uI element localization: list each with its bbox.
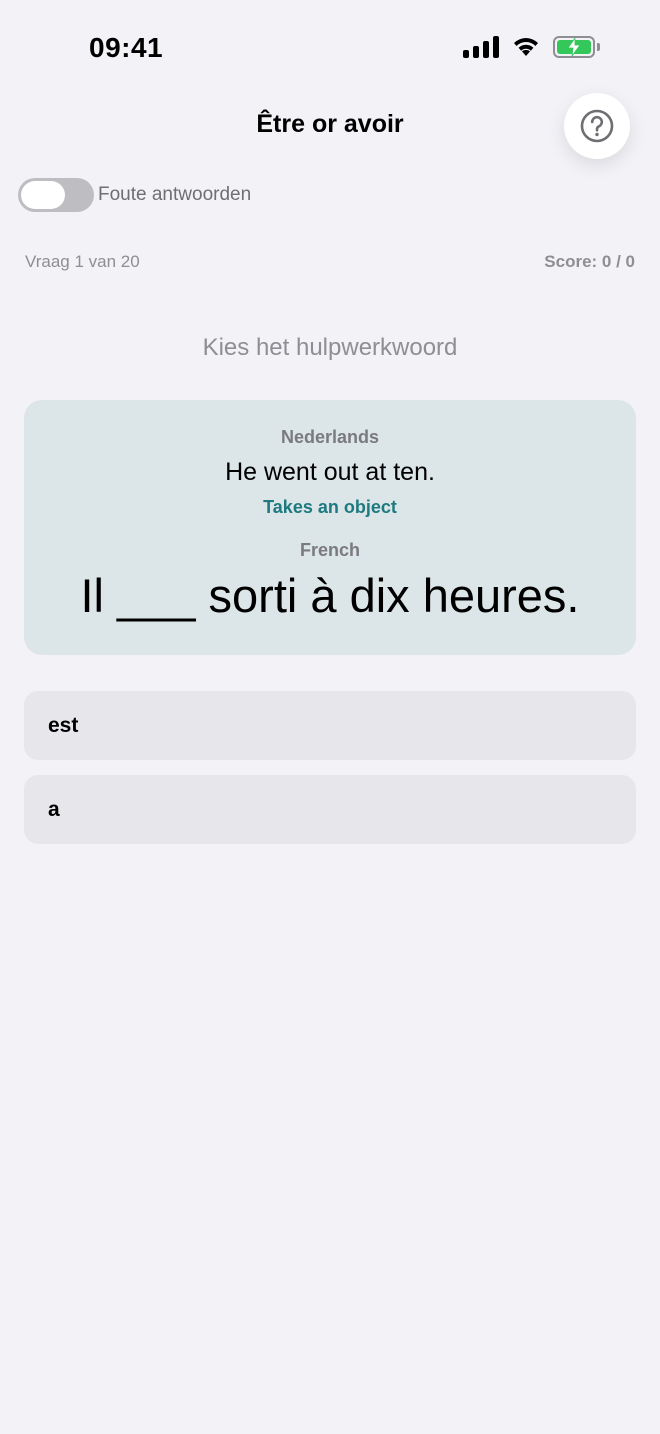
status-time: 09:41 — [89, 32, 164, 63]
question-card: Nederlands He went out at ten. Takes an … — [24, 400, 636, 655]
question-counter: Vraag 1 van 20 — [25, 252, 140, 271]
wrong-answers-toggle[interactable] — [18, 178, 94, 212]
answer-option-a[interactable]: a — [24, 775, 636, 844]
source-sentence: He went out at ten. — [225, 458, 435, 486]
question-circle-icon — [580, 109, 614, 143]
wrong-answers-toggle-row[interactable]: Foute antwoorden — [18, 178, 251, 212]
hint-text: Takes an object — [263, 497, 397, 517]
screen: 09:41 Être or avoir Foute antwoorden Vra… — [0, 0, 660, 1434]
answer-option-label: est — [48, 713, 79, 737]
wifi-icon — [514, 38, 538, 56]
answer-option-label: a — [48, 797, 60, 821]
battery-charging-icon — [553, 36, 600, 58]
status-bar: 09:41 — [0, 0, 660, 96]
target-language-label: French — [299, 540, 360, 560]
answer-option-est[interactable]: est — [24, 691, 636, 760]
help-button[interactable] — [564, 93, 630, 159]
signal-icon — [463, 36, 499, 58]
target-sentence: Il ___ sorti à dix heures. — [80, 569, 580, 622]
score-label: Score: 0 / 0 — [544, 252, 635, 271]
source-language-label: Nederlands — [280, 427, 380, 447]
toggle-label: Foute antwoorden — [98, 184, 252, 205]
toggle-knob — [21, 181, 65, 209]
status-icons — [463, 36, 600, 58]
instruction-text: Kies het hulpwerkwoord — [202, 334, 458, 361]
page-title: Être or avoir — [256, 110, 404, 138]
